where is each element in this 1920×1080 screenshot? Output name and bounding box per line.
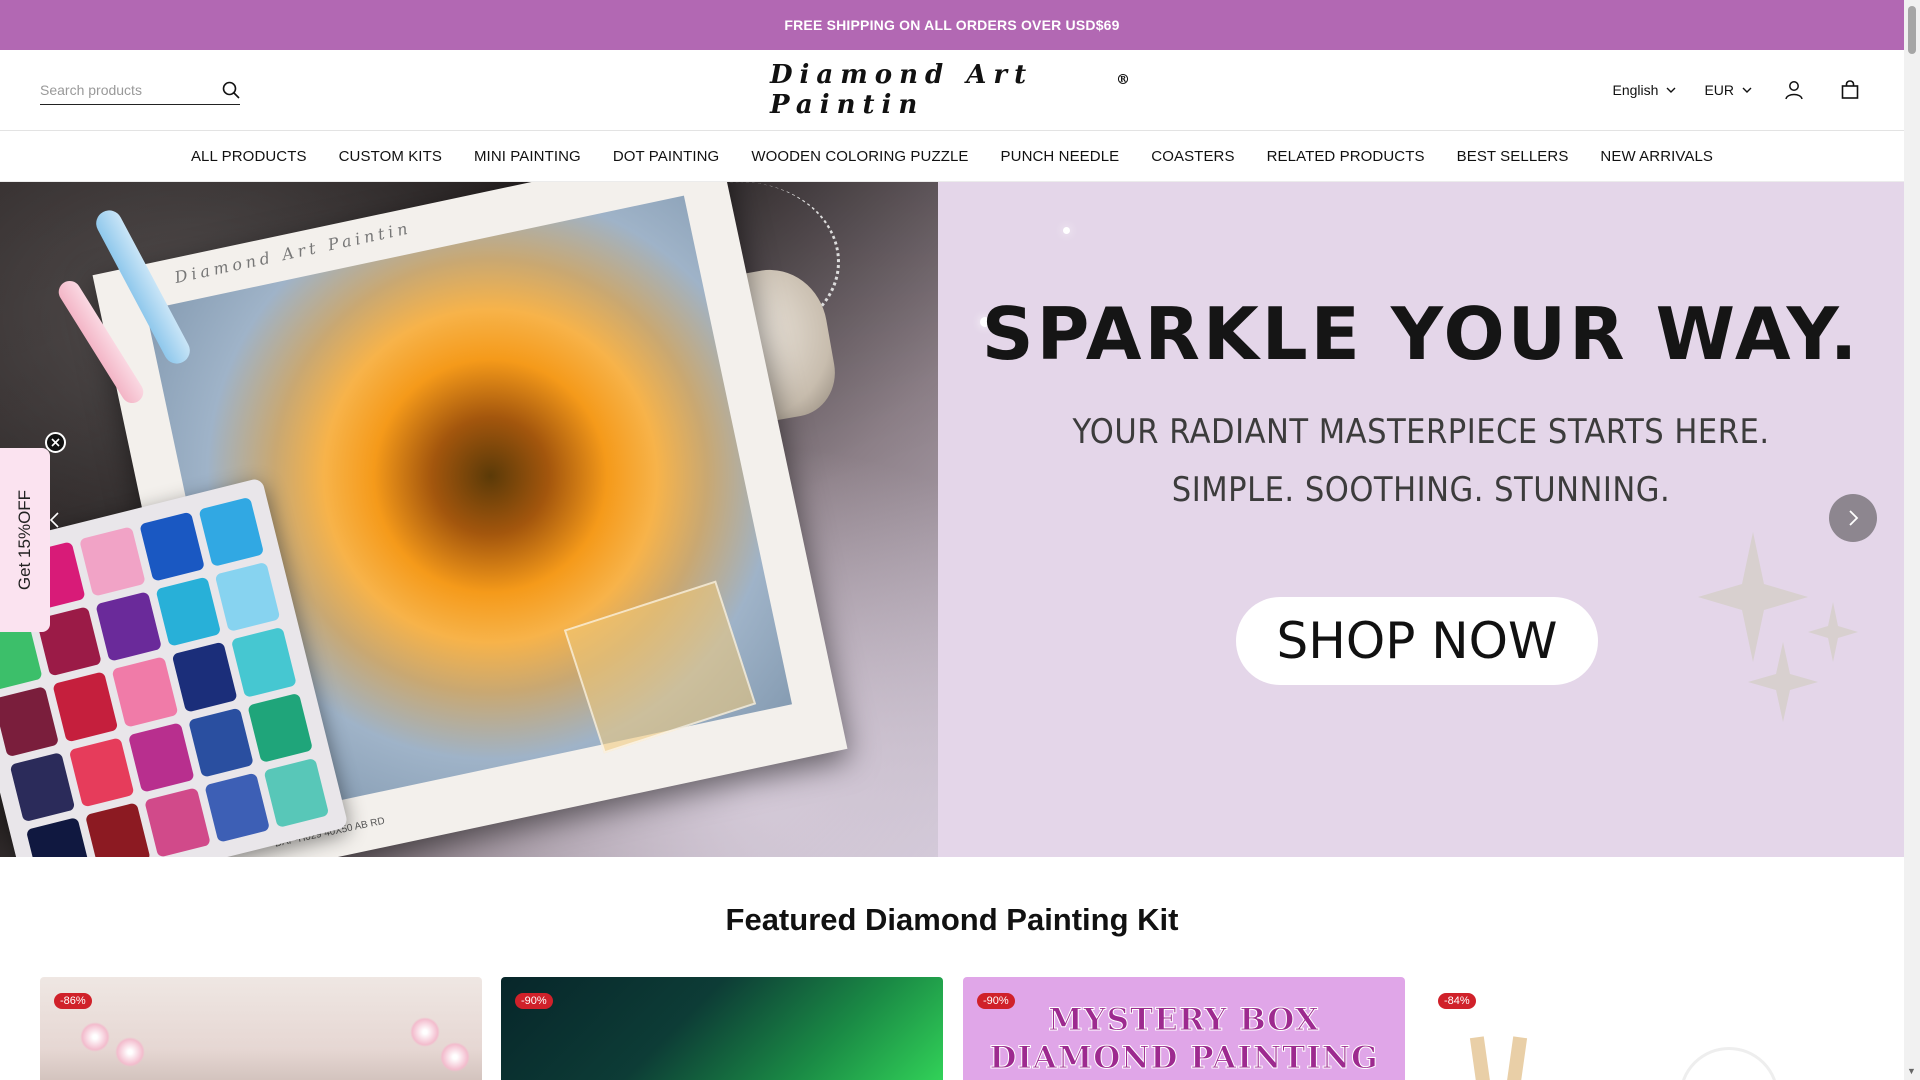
nav-mini-painting[interactable]: MINI PAINTING (458, 148, 597, 165)
hero-banner[interactable]: Diamond Art Paintin DAP-H029 40X50 AB RD… (0, 182, 1904, 857)
chevron-down-icon (1666, 85, 1676, 95)
blossom-decoration (115, 1037, 145, 1067)
currency-label: EUR (1704, 82, 1734, 98)
announcement-text: FREE SHIPPING ON ALL ORDERS OVER USD$69 (784, 17, 1120, 33)
product-stand-image (1679, 1047, 1779, 1080)
easel-image (1469, 1036, 1493, 1080)
hero-subtitle-2: SIMPLE. SOOTHING. STUNNING. (1171, 470, 1671, 510)
featured-section-title: Featured Diamond Painting Kit (725, 902, 1179, 937)
discount-badge: -84% (1438, 993, 1476, 1009)
promo-tab-label: Get 15%OFF (15, 489, 35, 591)
nav-dot-painting[interactable]: DOT PAINTING (597, 148, 736, 165)
chevron-right-icon (1849, 510, 1859, 526)
mystery-line-1: MYSTERY BOX (1048, 1002, 1320, 1039)
nav-coasters[interactable]: COASTERS (1135, 148, 1250, 165)
nav-punch-needle[interactable]: PUNCH NEEDLE (985, 148, 1136, 165)
hero-subtitle-1: YOUR RADIANT MASTERPIECE STARTS HERE. (1072, 412, 1770, 452)
currency-selector[interactable]: EUR (1704, 82, 1752, 98)
product-card[interactable]: -90% (501, 977, 943, 1080)
search-input[interactable] (40, 82, 221, 98)
main-nav: ALL PRODUCTS CUSTOM KITS MINI PAINTING D… (0, 131, 1904, 182)
star-decoration (1698, 532, 1808, 662)
shop-now-button[interactable]: SHOP NOW (1236, 597, 1598, 685)
product-card[interactable]: -90% MYSTERY BOX DIAMOND PAINTING (963, 977, 1405, 1080)
discount-badge: -90% (977, 993, 1015, 1009)
language-label: English (1612, 82, 1659, 98)
blossom-decoration (80, 1022, 110, 1052)
chevron-down-icon (1742, 85, 1752, 95)
discount-badge: -90% (515, 993, 553, 1009)
nav-wooden-coloring-puzzle[interactable]: WOODEN COLORING PUZZLE (735, 148, 984, 165)
product-card[interactable]: -86% (40, 977, 482, 1080)
nav-best-sellers[interactable]: BEST SELLERS (1441, 148, 1585, 165)
scroll-down-arrow-icon[interactable]: ▼ (1907, 1066, 1916, 1076)
star-decoration (1748, 642, 1818, 722)
logo-text: Diamond Art Paintin (770, 60, 1034, 120)
slider-next-button[interactable] (1829, 494, 1877, 542)
announcement-bar: FREE SHIPPING ON ALL ORDERS OVER USD$69 (0, 0, 1904, 50)
search-bar (40, 76, 240, 105)
product-grid: -86% -90% -90% MYSTERY BOX DIAMOND PAINT… (40, 977, 1866, 1080)
discount-promo-tab[interactable]: Get 15%OFF (0, 448, 50, 632)
nav-new-arrivals[interactable]: NEW ARRIVALS (1584, 148, 1729, 165)
language-selector[interactable]: English (1613, 82, 1677, 98)
mystery-box-image-text: MYSTERY BOX DIAMOND PAINTING (963, 1001, 1405, 1077)
search-icon[interactable] (221, 79, 240, 101)
nav-related-products[interactable]: RELATED PRODUCTS (1251, 148, 1441, 165)
blossom-decoration (440, 1042, 470, 1072)
hero-title: SPARKLE YOUR WAY. (981, 292, 1861, 376)
nav-all-products[interactable]: ALL PRODUCTS (175, 148, 323, 165)
page-scrollbar[interactable]: ▼ (1904, 0, 1920, 1080)
hero-text-panel: SPARKLE YOUR WAY. YOUR RADIANT MASTERPIE… (938, 182, 1904, 857)
star-decoration (1808, 602, 1858, 662)
product-card[interactable]: -84% (1424, 977, 1866, 1080)
sparkle-dot (1063, 227, 1070, 234)
blossom-decoration (410, 1017, 440, 1047)
mystery-line-2: DIAMOND PAINTING (989, 1040, 1379, 1077)
site-header: Diamond Art Paintin ® English EUR (0, 50, 1904, 131)
hero-photo: Diamond Art Paintin DAP-H029 40X50 AB RD (0, 182, 938, 857)
account-icon[interactable] (1780, 76, 1808, 104)
logo-registered-mark: ® (1116, 72, 1130, 88)
nav-custom-kits[interactable]: CUSTOM KITS (323, 148, 458, 165)
scrollbar-thumb[interactable] (1908, 6, 1916, 54)
site-logo[interactable]: Diamond Art Paintin ® (770, 60, 1130, 120)
header-actions: English EUR (1613, 72, 1864, 108)
easel-image (1504, 1036, 1528, 1080)
discount-badge: -86% (54, 993, 92, 1009)
close-icon[interactable] (45, 432, 66, 453)
cart-icon[interactable] (1836, 76, 1864, 104)
